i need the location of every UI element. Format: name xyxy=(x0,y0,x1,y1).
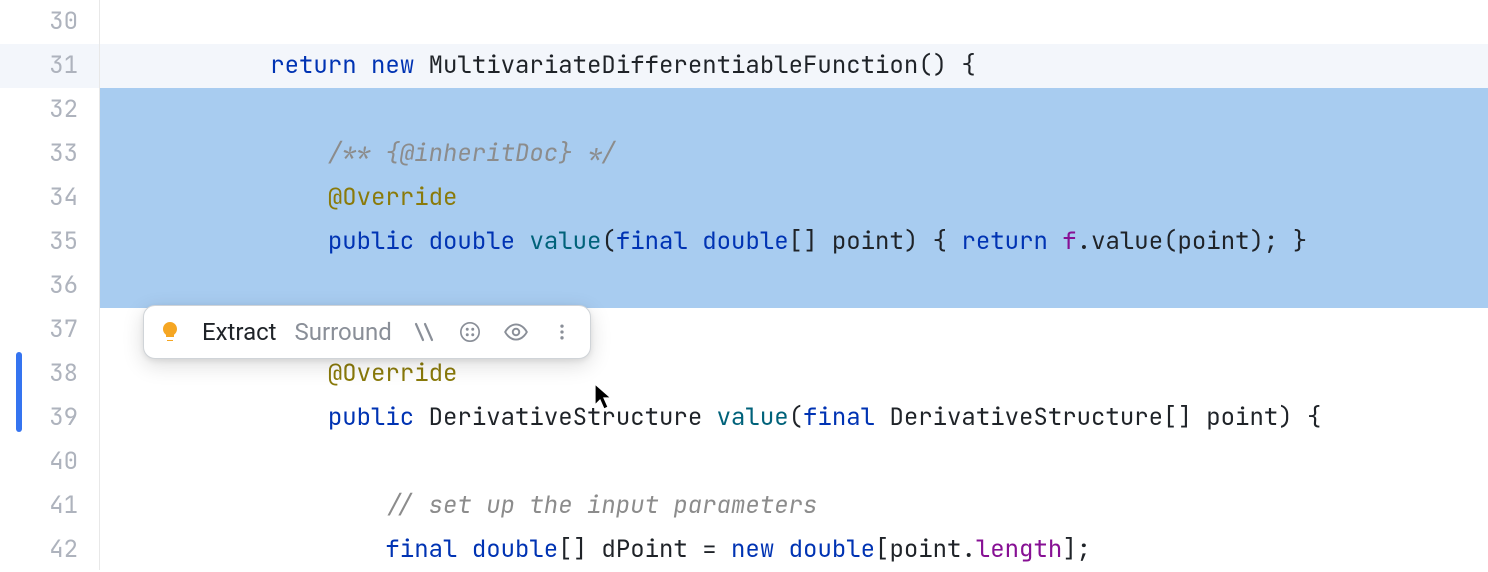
line-number[interactable]: 39 xyxy=(0,396,100,440)
line-number[interactable]: 40 xyxy=(0,440,100,484)
code-line[interactable] xyxy=(100,440,1488,484)
intention-bulb-button[interactable] xyxy=(156,306,184,358)
line-number[interactable]: 35 xyxy=(0,220,100,264)
mouse-cursor xyxy=(594,383,614,411)
code-area[interactable]: return new MultivariateDifferentiableFun… xyxy=(100,0,1488,570)
bulb-icon xyxy=(156,318,184,346)
code-line[interactable]: final double[] dPoint = new double[point… xyxy=(100,528,1488,572)
line-number[interactable]: 30 xyxy=(0,0,100,44)
extract-label: Extract xyxy=(202,318,277,346)
reformat-button[interactable] xyxy=(456,306,484,358)
code-line[interactable]: return new MultivariateDifferentiableFun… xyxy=(100,44,1488,88)
eye-icon xyxy=(502,318,530,346)
comment-icon xyxy=(410,318,438,346)
line-number[interactable]: 34 xyxy=(0,176,100,220)
code-line[interactable] xyxy=(100,264,1488,308)
code-line[interactable]: public DerivativeStructure value(final D… xyxy=(100,396,1488,440)
line-number[interactable]: 37 xyxy=(0,308,100,352)
inspect-button[interactable] xyxy=(502,306,530,358)
reformat-icon xyxy=(456,318,484,346)
code-line[interactable]: @Override xyxy=(100,176,1488,220)
intention-toolbar: Extract Surround xyxy=(143,305,591,359)
surround-button[interactable]: Surround xyxy=(295,306,392,358)
code-line[interactable] xyxy=(100,88,1488,132)
code-line[interactable] xyxy=(100,0,1488,44)
more-icon xyxy=(548,318,576,346)
extract-button[interactable]: Extract xyxy=(202,306,277,358)
more-button[interactable] xyxy=(548,306,576,358)
surround-label: Surround xyxy=(295,318,392,346)
line-number[interactable]: 33 xyxy=(0,132,100,176)
line-number[interactable]: 36 xyxy=(0,264,100,308)
line-number[interactable]: 38 xyxy=(0,352,100,396)
vcs-change-marker[interactable] xyxy=(16,352,22,432)
line-number[interactable]: 42 xyxy=(0,528,100,572)
line-number[interactable]: 32 xyxy=(0,88,100,132)
line-number[interactable]: 31 xyxy=(0,44,100,88)
comment-button[interactable] xyxy=(410,306,438,358)
code-line[interactable]: public double value(final double[] point… xyxy=(100,220,1488,264)
code-line[interactable]: // set up the input parameters xyxy=(100,484,1488,528)
code-editor: 30 31 32 33 34 35 36 37 38 39 40 41 42 r… xyxy=(0,0,1488,570)
gutter: 30 31 32 33 34 35 36 37 38 39 40 41 42 xyxy=(0,0,100,570)
code-line[interactable]: /** {@inheritDoc} */ xyxy=(100,132,1488,176)
line-number[interactable]: 41 xyxy=(0,484,100,528)
